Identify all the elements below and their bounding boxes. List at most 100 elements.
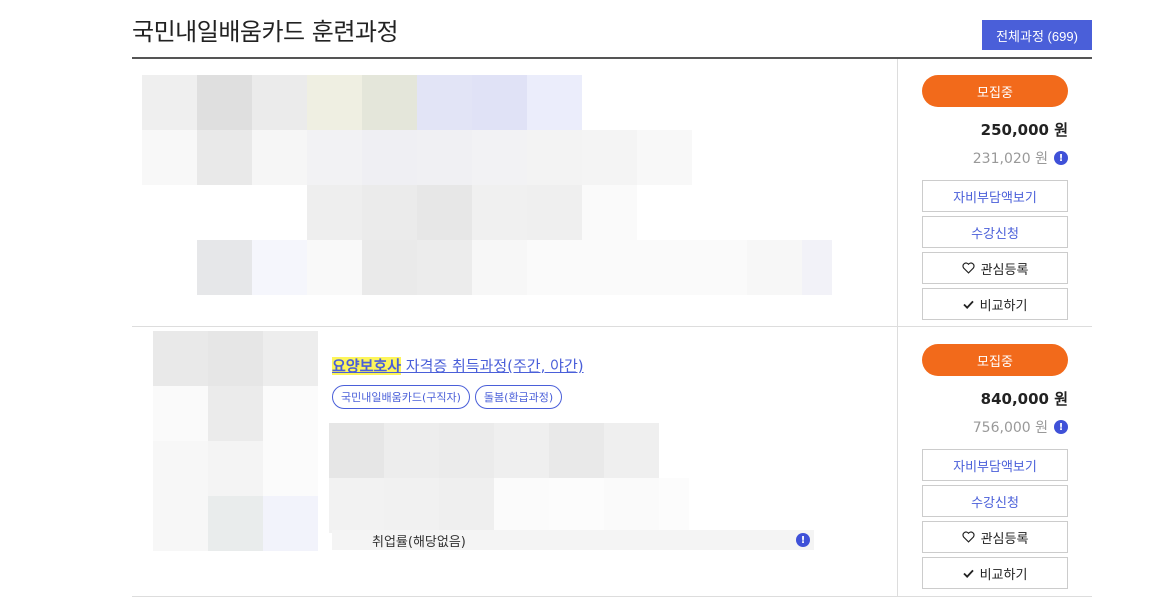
blur-cell	[329, 423, 384, 478]
blur-cell	[307, 130, 362, 185]
blur-cell	[527, 240, 582, 295]
blur-cell	[637, 130, 692, 185]
wishlist-button[interactable]: 관심등록	[922, 252, 1068, 284]
blur-cell	[263, 386, 318, 441]
blur-cell	[362, 240, 417, 295]
info-icon[interactable]: !	[1054, 420, 1068, 434]
blur-cell	[417, 75, 472, 130]
wishlist-label: 관심등록	[980, 530, 1029, 546]
blur-cell	[417, 130, 472, 185]
blur-cell	[692, 240, 747, 295]
blur-cell	[263, 441, 318, 496]
blur-cell	[153, 441, 208, 496]
blur-cell	[472, 185, 527, 240]
blur-cell	[439, 423, 494, 478]
blur-cell	[142, 75, 197, 130]
course-price: 250,000 원	[980, 121, 1068, 139]
course-actions: 모집중 250,000 원 231,020 원 ! 자비부담액보기 수강신청 관…	[922, 75, 1068, 320]
blur-cell	[307, 185, 362, 240]
blur-cell	[417, 240, 472, 295]
course-title-text: 자격증 취득과정(주간, 야간)	[401, 357, 584, 375]
course-actions: 모집중 840,000 원 756,000 원 ! 자비부담액보기 수강신청 관…	[922, 344, 1068, 589]
blur-cell	[494, 423, 549, 478]
page-title: 국민내일배움카드 훈련과정	[132, 18, 399, 46]
employment-rate-bar: 취업률(해당없음) !	[332, 530, 814, 550]
check-icon	[962, 300, 974, 309]
blur-cell	[307, 240, 362, 295]
course-title-highlight: 요양보호사	[332, 357, 402, 375]
blur-cell	[527, 75, 582, 130]
blur-cell	[153, 331, 208, 386]
blur-cell	[252, 75, 307, 130]
blur-cell	[142, 130, 197, 185]
compare-button[interactable]: 비교하기	[922, 288, 1068, 320]
status-badge: 모집중	[922, 344, 1068, 376]
employment-rate-label: 취업률(해당없음)	[372, 534, 466, 550]
blur-cell	[527, 130, 582, 185]
blur-cell	[604, 478, 659, 533]
blur-cell	[472, 130, 527, 185]
blur-cell	[549, 478, 604, 533]
all-courses-button[interactable]: 전체과정 (699)	[982, 20, 1092, 50]
blur-cell	[197, 130, 252, 185]
blur-cell	[252, 240, 307, 295]
tag-card-type[interactable]: 국민내일배움카드(구직자)	[332, 385, 470, 409]
blur-cell	[582, 185, 637, 240]
blur-cell	[362, 75, 417, 130]
blur-cell	[208, 496, 263, 551]
blur-cell	[153, 386, 208, 441]
status-badge: 모집중	[922, 75, 1068, 107]
blur-cell	[384, 423, 439, 478]
blur-cell	[802, 240, 832, 295]
blur-cell	[307, 75, 362, 130]
blur-cell	[604, 423, 659, 478]
blur-cell	[208, 441, 263, 496]
blur-cell	[439, 478, 494, 533]
check-icon	[962, 569, 974, 578]
course-item: 요양보호사 자격증 취득과정(주간, 야간) 국민내일배움카드(구직자) 돌봄(…	[132, 327, 1092, 597]
course-title-link[interactable]: 요양보호사 자격증 취득과정(주간, 야간)	[332, 355, 584, 376]
blur-cell	[637, 240, 692, 295]
blur-cell	[263, 331, 318, 386]
blur-cell	[362, 130, 417, 185]
blur-cell	[527, 185, 582, 240]
blur-cell	[417, 185, 472, 240]
heart-icon	[962, 531, 975, 543]
blur-cell	[197, 75, 252, 130]
self-pay-button[interactable]: 자비부담액보기	[922, 449, 1068, 481]
apply-button[interactable]: 수강신청	[922, 216, 1068, 248]
course-tags: 국민내일배움카드(구직자) 돌봄(환급과정)	[332, 385, 563, 409]
blur-cell	[549, 423, 604, 478]
tag-category[interactable]: 돌봄(환급과정)	[474, 385, 563, 409]
blur-cell	[472, 75, 527, 130]
blur-cell	[362, 185, 417, 240]
sub-price-value: 231,020 원	[972, 151, 1048, 167]
blur-cell	[252, 130, 307, 185]
heart-icon	[962, 262, 975, 274]
self-pay-button[interactable]: 자비부담액보기	[922, 180, 1068, 212]
course-divider	[897, 327, 898, 596]
course-divider	[897, 59, 898, 326]
course-sub-price: 231,020 원 !	[922, 148, 1068, 168]
blur-cell	[263, 496, 318, 551]
blur-cell	[208, 386, 263, 441]
wishlist-label: 관심등록	[980, 261, 1029, 277]
compare-label: 비교하기	[979, 566, 1028, 582]
blur-cell	[582, 130, 637, 185]
blur-cell	[747, 240, 802, 295]
apply-button[interactable]: 수강신청	[922, 485, 1068, 517]
blur-cell	[384, 478, 439, 533]
blur-cell	[582, 240, 637, 295]
info-icon[interactable]: !	[796, 533, 810, 547]
blur-cell	[659, 478, 689, 533]
wishlist-button[interactable]: 관심등록	[922, 521, 1068, 553]
blur-cell	[208, 331, 263, 386]
sub-price-value: 756,000 원	[972, 420, 1048, 436]
blur-cell	[197, 240, 252, 295]
blur-cell	[329, 478, 384, 533]
compare-button[interactable]: 비교하기	[922, 557, 1068, 589]
blur-cell	[153, 496, 208, 551]
info-icon[interactable]: !	[1054, 151, 1068, 165]
course-item: 모집중 250,000 원 231,020 원 ! 자비부담액보기 수강신청 관…	[132, 59, 1092, 327]
course-sub-price: 756,000 원 !	[922, 417, 1068, 437]
